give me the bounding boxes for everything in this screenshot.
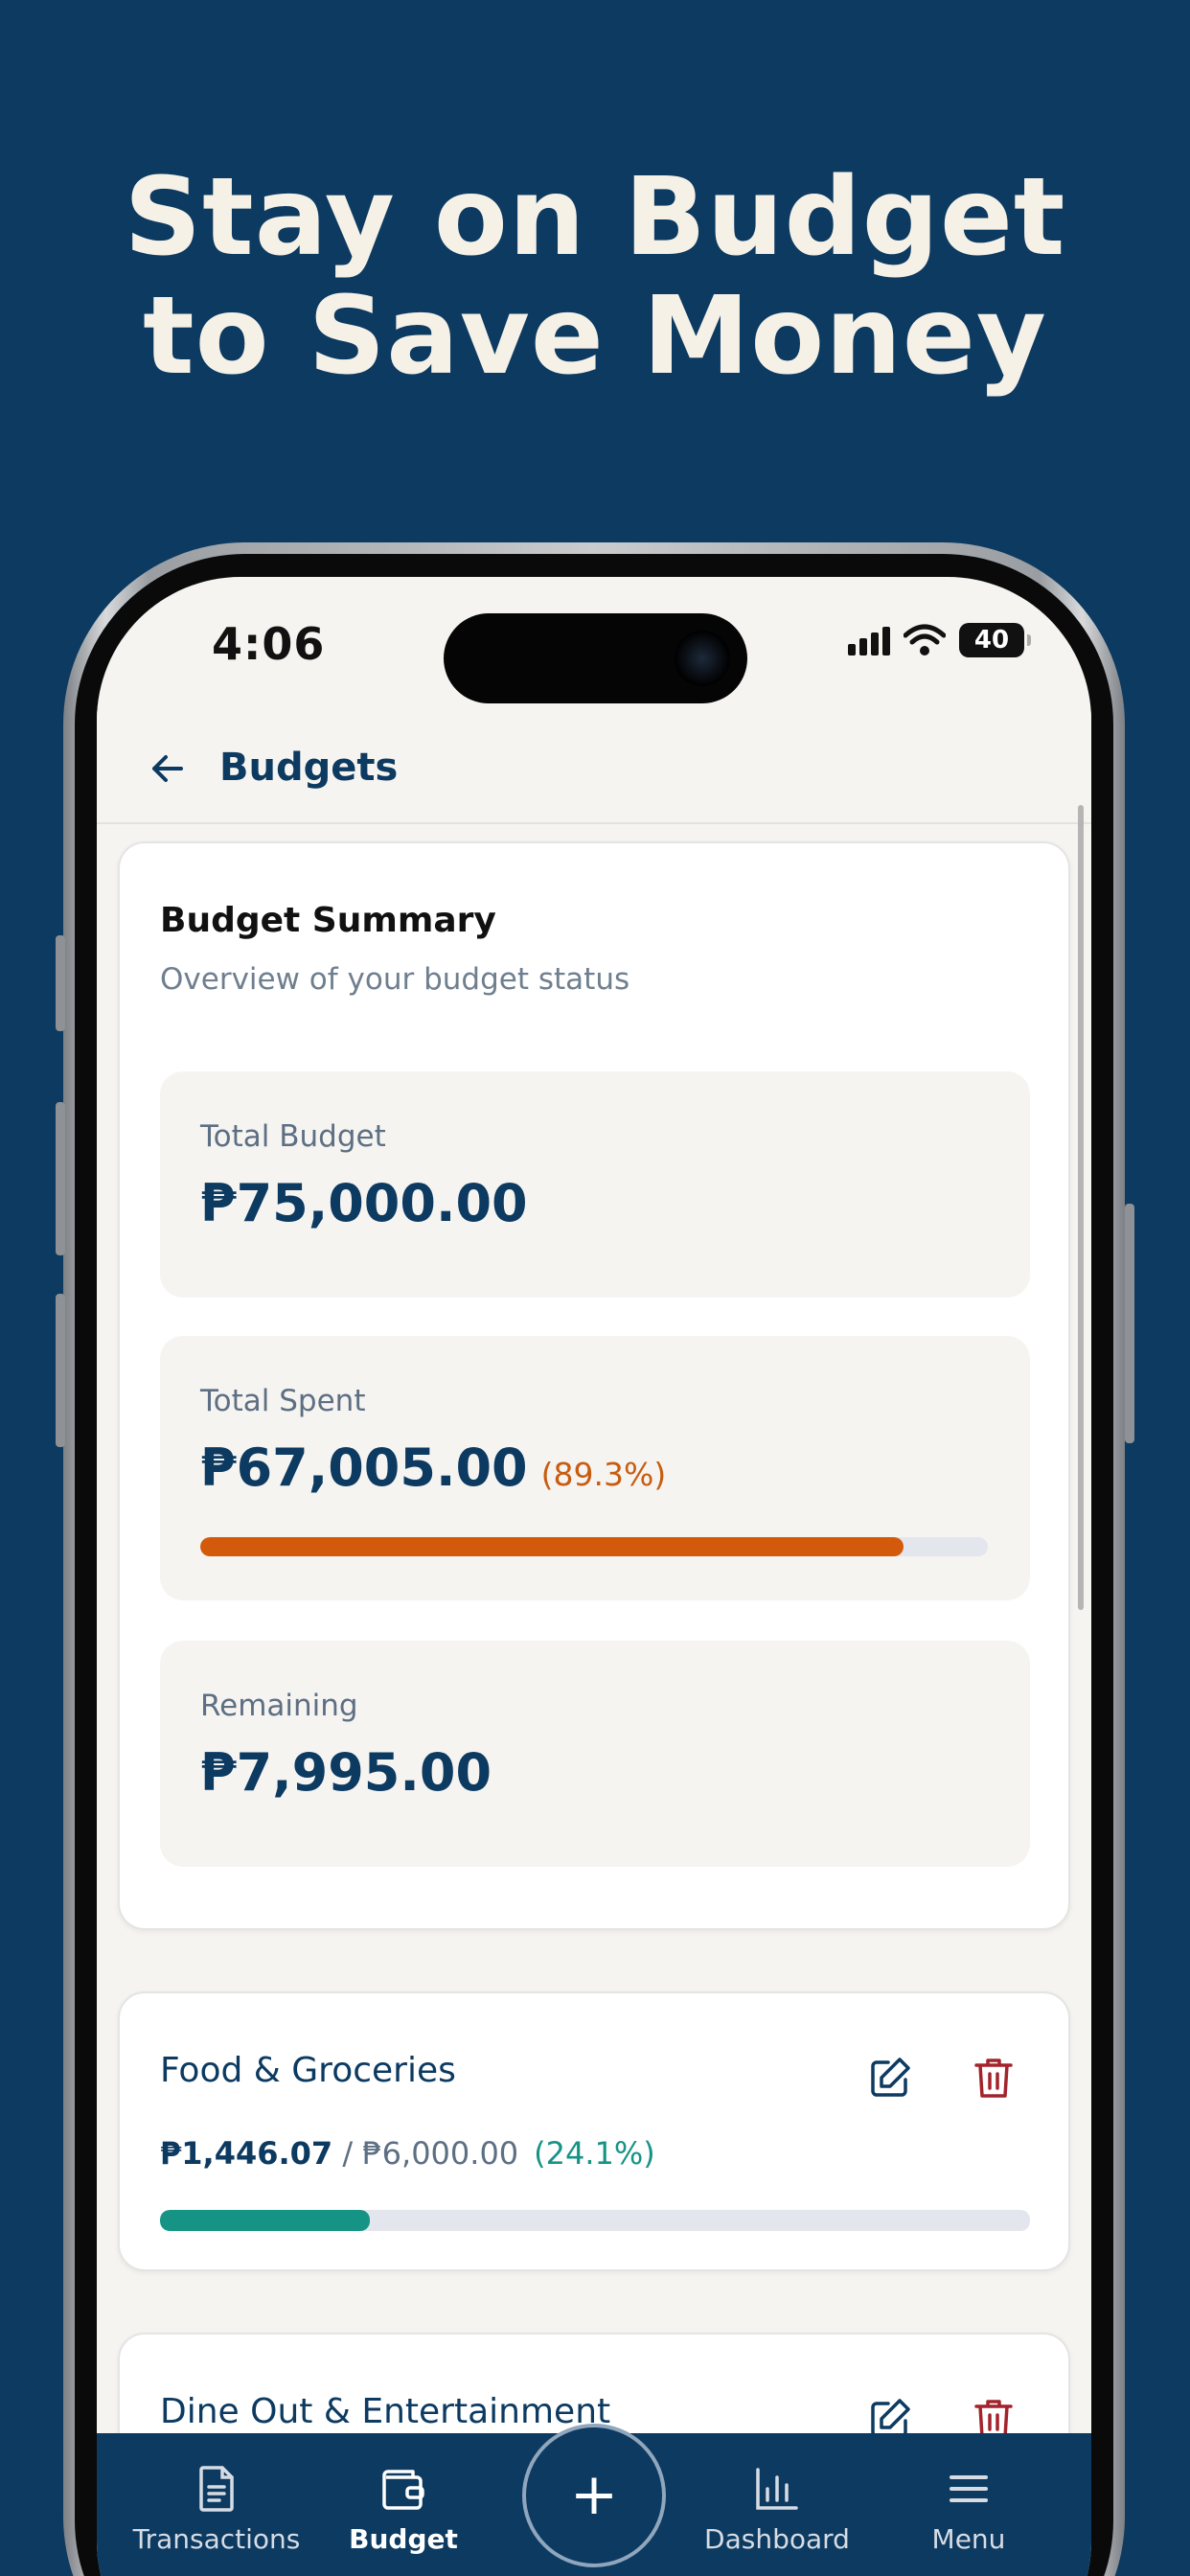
tab-label: Menu (931, 2523, 1006, 2555)
phone-screen: 4:06 40 Budgets Budget Summary Overview … (97, 577, 1091, 2576)
remaining-label: Remaining (200, 1689, 358, 1723)
back-arrow-icon[interactable] (139, 740, 196, 797)
bar-chart-icon (756, 2468, 798, 2510)
bottom-tab-bar: Transactions Budget + Dashboard Menu (97, 2424, 1091, 2576)
tab-label: Budget (349, 2523, 458, 2555)
category-percent: (24.1%) (534, 2135, 655, 2172)
total-spent-box: Total Spent ₱67,005.00 (89.3%) (160, 1336, 1030, 1600)
category-spent: ₱1,446.07 (160, 2135, 333, 2172)
tab-menu[interactable]: Menu (911, 2464, 1026, 2555)
app-header: Budgets (97, 711, 1091, 824)
total-spent-progress-fill (200, 1537, 904, 1556)
signal-icon (848, 625, 890, 656)
camera-icon (675, 631, 730, 686)
category-name: Food & Groceries (160, 2051, 456, 2090)
remaining-value: ₱7,995.00 (200, 1742, 492, 1803)
tab-dashboard[interactable]: Dashboard (691, 2464, 863, 2555)
delete-icon[interactable] (967, 2051, 1020, 2104)
total-budget-box: Total Budget ₱75,000.00 (160, 1071, 1030, 1298)
budget-summary-card: Budget Summary Overview of your budget s… (118, 841, 1070, 1930)
volume-down-button (56, 1294, 65, 1447)
scrollbar[interactable] (1078, 805, 1084, 1610)
total-spent-value: ₱67,005.00 (200, 1438, 528, 1498)
headline-line-1: Stay on Budget (124, 155, 1066, 280)
category-name: Dine Out & Entertainment (160, 2392, 611, 2431)
headline: Stay on Budget to Save Money (0, 158, 1190, 396)
total-spent-percent: (89.3%) (540, 1456, 667, 1493)
tab-label: Transactions (132, 2523, 301, 2555)
category-budget: ₱6,000.00 (362, 2135, 519, 2172)
add-transaction-button[interactable]: + (522, 2424, 666, 2567)
total-spent-progress-bar (200, 1537, 988, 1556)
tab-budget[interactable]: Budget (336, 2464, 470, 2555)
edit-icon[interactable] (863, 2051, 917, 2104)
summary-subtitle: Overview of your budget status (160, 962, 630, 997)
category-card-food-groceries[interactable]: Food & Groceries ₱1,446.07 / ₱6,000.00 (2… (118, 1991, 1070, 2271)
wifi-icon (904, 624, 946, 656)
tab-label: Dashboard (704, 2523, 850, 2555)
action-button (56, 935, 65, 1031)
total-budget-label: Total Budget (200, 1119, 386, 1154)
headline-line-2: to Save Money (143, 274, 1047, 399)
document-icon (199, 2466, 234, 2512)
page-title: Budgets (219, 746, 399, 790)
menu-icon (950, 2475, 988, 2502)
battery-icon: 40 (959, 623, 1031, 657)
category-amounts: ₱1,446.07 / ₱6,000.00 (24.1%) (160, 2135, 655, 2172)
category-progress-bar (160, 2210, 1030, 2231)
status-icons: 40 (848, 623, 1031, 657)
dynamic-island (444, 613, 747, 703)
power-button (1125, 1204, 1134, 1443)
summary-title: Budget Summary (160, 901, 496, 940)
remaining-box: Remaining ₱7,995.00 (160, 1641, 1030, 1867)
category-progress-fill (160, 2210, 370, 2231)
total-budget-value: ₱75,000.00 (200, 1173, 528, 1233)
total-spent-label: Total Spent (200, 1384, 366, 1418)
volume-up-button (56, 1102, 65, 1255)
tab-transactions[interactable]: Transactions (126, 2464, 308, 2555)
wallet-icon (382, 2470, 424, 2510)
total-spent-value-row: ₱67,005.00 (89.3%) (200, 1438, 666, 1498)
status-time: 4:06 (212, 618, 326, 670)
category-separator: / (332, 2135, 363, 2172)
